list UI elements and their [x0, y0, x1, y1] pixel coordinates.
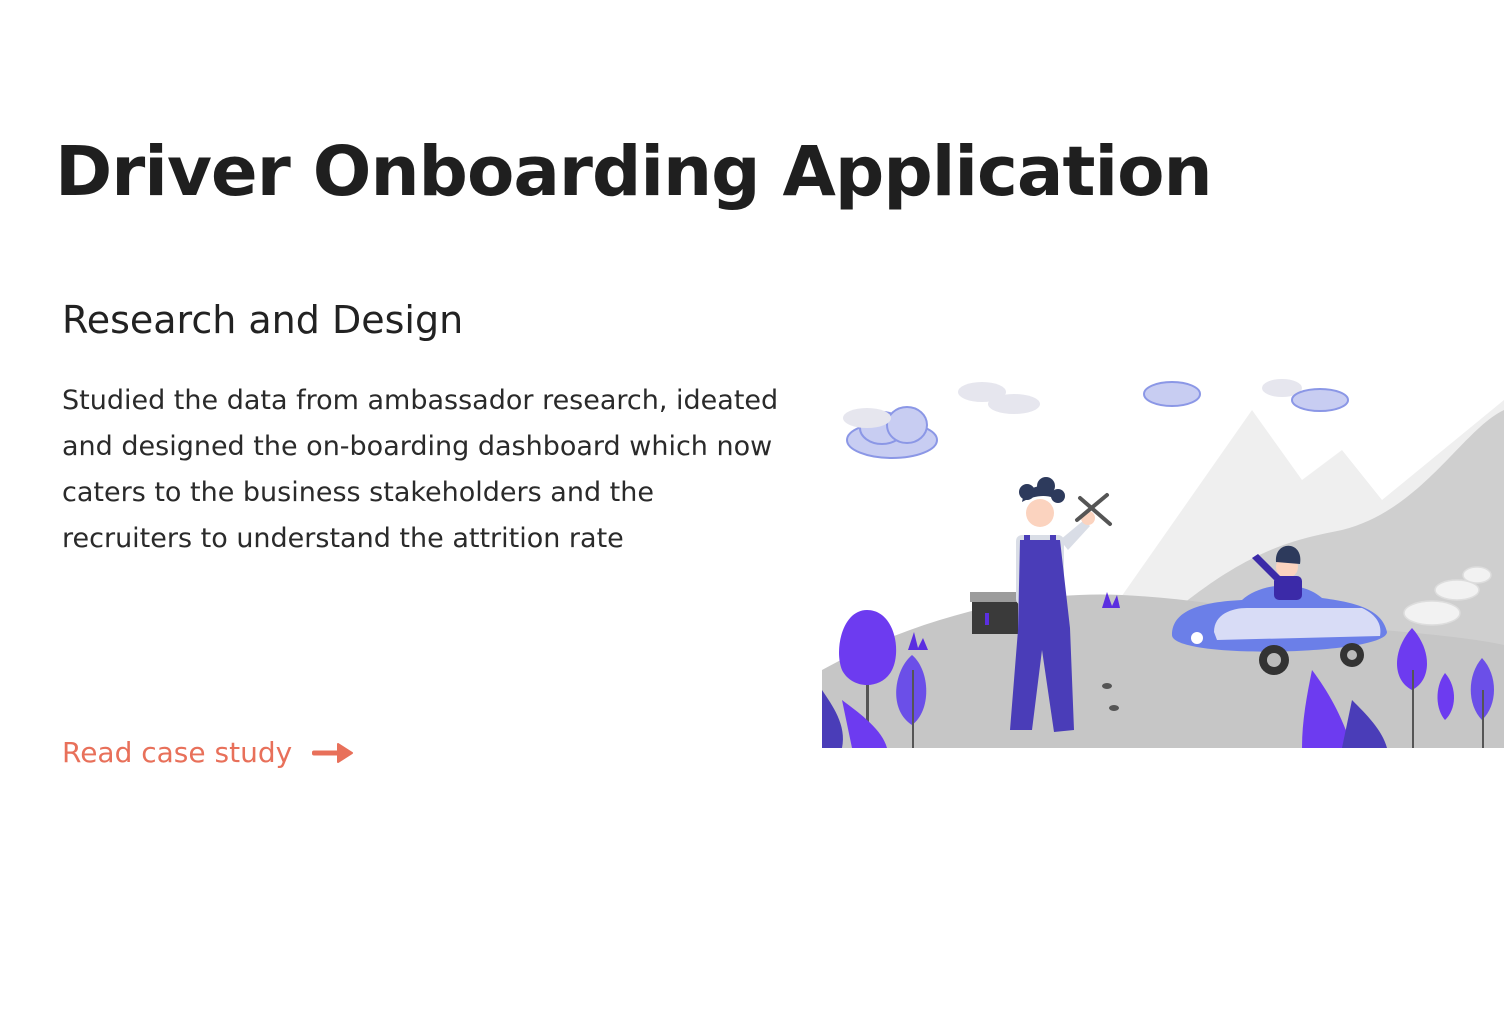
mechanic-and-car-illustration [822, 379, 1504, 748]
section-subtitle: Research and Design [62, 298, 464, 342]
arrow-right-icon [312, 742, 354, 763]
project-description: Studied the data from ambassador researc… [62, 385, 779, 554]
toolbox-icon [970, 592, 1020, 634]
hero-illustration [822, 370, 1504, 748]
read-case-study-link[interactable]: Read case study [62, 736, 354, 769]
page-title: Driver Onboarding Application [55, 132, 1213, 212]
read-case-study-label: Read case study [62, 736, 293, 769]
page: Driver Onboarding Application Research a… [0, 0, 1504, 1018]
